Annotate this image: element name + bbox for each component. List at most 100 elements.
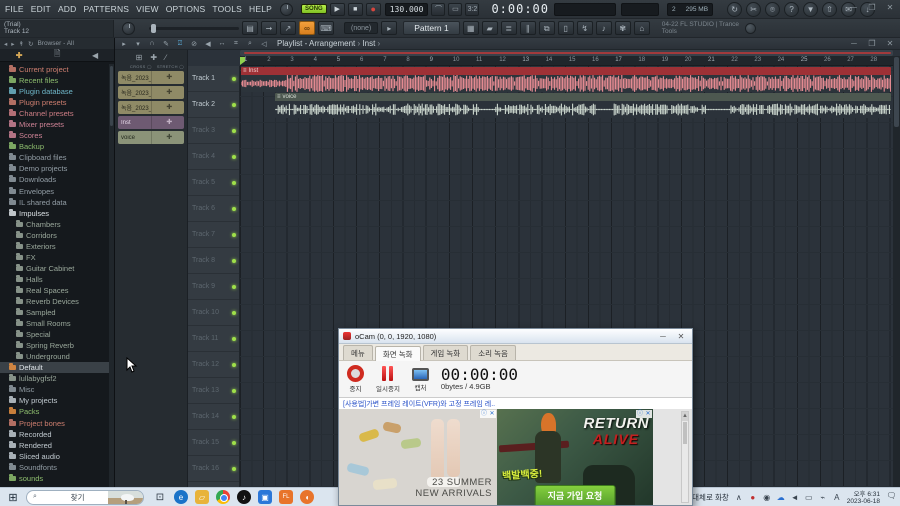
ad-right-cta-button[interactable]: 지금 가입 요청 bbox=[534, 485, 616, 505]
menu-item-edit[interactable]: EDIT bbox=[31, 4, 51, 14]
speaker-tab-icon[interactable]: ◀ bbox=[92, 51, 98, 60]
track-header-12[interactable]: Track 12 bbox=[188, 352, 239, 378]
cut-icon[interactable]: ✂ bbox=[746, 1, 762, 17]
browser-item-mixer-presets[interactable]: Mixer presets bbox=[0, 119, 109, 130]
track-mute-led[interactable] bbox=[232, 311, 236, 315]
track-header-5[interactable]: Track 5 bbox=[188, 170, 239, 196]
browser-item-rendered[interactable]: Rendered bbox=[0, 440, 109, 451]
browser-item-small-rooms[interactable]: Small Rooms bbox=[0, 318, 109, 329]
step-arrow-icon[interactable]: ➞ bbox=[261, 21, 277, 35]
clip-source--2023-06-18-1[interactable]: 녹음_2023_06_18_1✚ bbox=[118, 101, 184, 114]
clip-menu-icon[interactable]: ≡ bbox=[277, 94, 281, 100]
track-header-16[interactable]: Track 16 bbox=[188, 456, 239, 482]
track-mute-led[interactable] bbox=[232, 77, 236, 81]
track-mute-led[interactable] bbox=[232, 285, 236, 289]
track-mute-led[interactable] bbox=[232, 155, 236, 159]
main-pitch-slider[interactable] bbox=[149, 23, 239, 33]
add-tab-icon[interactable]: ✚ bbox=[16, 51, 23, 60]
play-button[interactable]: ▶ bbox=[329, 2, 345, 16]
ocam-capture-button[interactable]: 캡처 bbox=[411, 366, 429, 392]
browser-item-halls[interactable]: Halls bbox=[0, 274, 109, 285]
select-icon[interactable]: ⌗ bbox=[231, 40, 241, 48]
link-icon[interactable]: ∞ bbox=[299, 21, 315, 35]
none-selector[interactable]: (none) bbox=[344, 22, 379, 34]
export-icon[interactable]: ⇧ bbox=[822, 1, 838, 17]
playlist-vertical-scrollbar[interactable] bbox=[893, 56, 900, 487]
clip-source--2023-06-18-1[interactable]: 녹음_2023_06_18_1✚ bbox=[118, 86, 184, 99]
ocam-help-link[interactable]: [사용법]가변 프레임 레이트(VFR)와 고정 프레임 레.. bbox=[343, 399, 495, 409]
track-header-2[interactable]: Track 2 bbox=[188, 92, 239, 118]
link-tray-icon[interactable]: ⌁ bbox=[818, 493, 828, 502]
fl-minimize-button[interactable]: ─ bbox=[848, 3, 860, 12]
browser-item-exteriors[interactable]: Exteriors bbox=[0, 241, 109, 252]
ocam-stop-button[interactable]: 중지 bbox=[347, 365, 364, 393]
ocam-ad-scrollbar[interactable]: ▲ bbox=[681, 411, 689, 503]
clip-menu-icon[interactable]: ≡ bbox=[243, 68, 247, 74]
browser-item-il-shared-data[interactable]: IL shared data bbox=[0, 197, 109, 208]
playlist-menu-icon[interactable]: ▾ bbox=[133, 40, 143, 48]
track-mute-led[interactable] bbox=[232, 337, 236, 341]
menu-item-file[interactable]: FILE bbox=[5, 4, 24, 14]
menu-item-patterns[interactable]: PATTERNS bbox=[83, 4, 129, 14]
track-header-8[interactable]: Track 8 bbox=[188, 248, 239, 274]
menu-item-add[interactable]: ADD bbox=[58, 4, 77, 14]
browser-item-sounds[interactable]: sounds bbox=[0, 473, 109, 484]
clip-header[interactable]: ≡ voice bbox=[275, 93, 891, 101]
help-icon[interactable]: ? bbox=[784, 1, 800, 17]
browser-item-plugin-presets[interactable]: Plugin presets bbox=[0, 97, 109, 108]
track-header-1[interactable]: Track 1 bbox=[188, 66, 239, 92]
globe-icon[interactable] bbox=[745, 22, 757, 34]
adchoices-info-icon[interactable]: ⓘ bbox=[636, 410, 644, 418]
browser-item-default[interactable]: Default bbox=[0, 362, 109, 374]
browser-back-icon[interactable]: ◂ bbox=[4, 40, 7, 48]
browser-item-spring-reverb[interactable]: Spring Reverb bbox=[0, 340, 109, 351]
browser-scrollbar[interactable] bbox=[109, 64, 114, 487]
pattern-selector[interactable]: Pattern 1 bbox=[403, 21, 460, 35]
clip-source-tool-icon-0[interactable]: ⊞ bbox=[136, 53, 143, 62]
clip-source-handle-icon[interactable]: ✚ bbox=[150, 71, 185, 84]
browser-item-downloads[interactable]: Downloads bbox=[0, 174, 109, 185]
file-tab-icon[interactable]: 🗎 bbox=[54, 48, 60, 62]
display-icon[interactable]: ▭ bbox=[804, 493, 814, 502]
browser-item-impulses[interactable]: Impulses bbox=[0, 208, 109, 219]
explorer-icon[interactable]: ▱ bbox=[195, 490, 209, 504]
browser-item-my-projects[interactable]: My projects bbox=[0, 395, 109, 406]
adchoices-info-icon[interactable]: ⓘ bbox=[480, 410, 488, 418]
browser-item-underground[interactable]: Underground bbox=[0, 351, 109, 362]
track-mute-led[interactable] bbox=[232, 103, 236, 107]
plugin-icon[interactable]: ↯ bbox=[576, 21, 593, 35]
stop-button[interactable]: ■ bbox=[347, 2, 363, 16]
track-mute-led[interactable] bbox=[232, 363, 236, 367]
clip-source-voice[interactable]: voice ✚ bbox=[118, 131, 184, 144]
paint-icon[interactable]: ⍁ bbox=[175, 40, 185, 48]
bpm-display[interactable]: 130.000 bbox=[384, 2, 429, 16]
playlist-close-button[interactable]: ✕ bbox=[884, 39, 896, 48]
chrome-icon[interactable] bbox=[216, 490, 230, 504]
monitor-knob[interactable] bbox=[122, 21, 135, 35]
track-mute-led[interactable] bbox=[232, 181, 236, 185]
track-header-13[interactable]: Track 13 bbox=[188, 378, 239, 404]
browser-item-demo-projects[interactable]: Demo projects bbox=[0, 163, 109, 174]
channel-rack-icon[interactable]: ≣ bbox=[500, 21, 517, 35]
browser-item-scores[interactable]: Scores bbox=[0, 130, 109, 141]
track-mute-led[interactable] bbox=[232, 207, 236, 211]
clip-source-handle-icon[interactable]: ✚ bbox=[150, 86, 185, 99]
notification-center-icon[interactable]: 🗨 bbox=[885, 491, 898, 504]
track-mute-led[interactable] bbox=[232, 233, 236, 237]
ad-left-banner[interactable]: ⓘ ✕ 23 SUMMER NEW ARRIVALS bbox=[339, 409, 497, 505]
slip-icon[interactable]: ↔ bbox=[217, 40, 227, 48]
clip-source-tool-icon-1[interactable]: ✚ bbox=[150, 53, 157, 62]
track-mute-led[interactable] bbox=[232, 129, 236, 133]
browser-item-sampled[interactable]: Sampled bbox=[0, 307, 109, 318]
mic-icon[interactable]: ⌾ bbox=[765, 1, 781, 17]
browser-item-current-project[interactable]: Current project bbox=[0, 64, 109, 75]
browser-panel-icon[interactable]: ⧉ bbox=[538, 21, 555, 35]
mute-icon[interactable]: ◀ bbox=[203, 40, 213, 48]
ocam-tab-메뉴[interactable]: 메뉴 bbox=[343, 345, 373, 360]
record-into-icon[interactable]: ∩ bbox=[147, 40, 157, 48]
browser-item-plugin-database[interactable]: Plugin database bbox=[0, 86, 109, 97]
playlist-play-icon[interactable]: ▸ bbox=[119, 40, 129, 48]
ocam-tab-화면-녹화[interactable]: 화면 녹화 bbox=[374, 346, 421, 361]
recording-tray-icon[interactable]: ● bbox=[748, 493, 758, 502]
browser-item-recorded[interactable]: Recorded bbox=[0, 429, 109, 440]
